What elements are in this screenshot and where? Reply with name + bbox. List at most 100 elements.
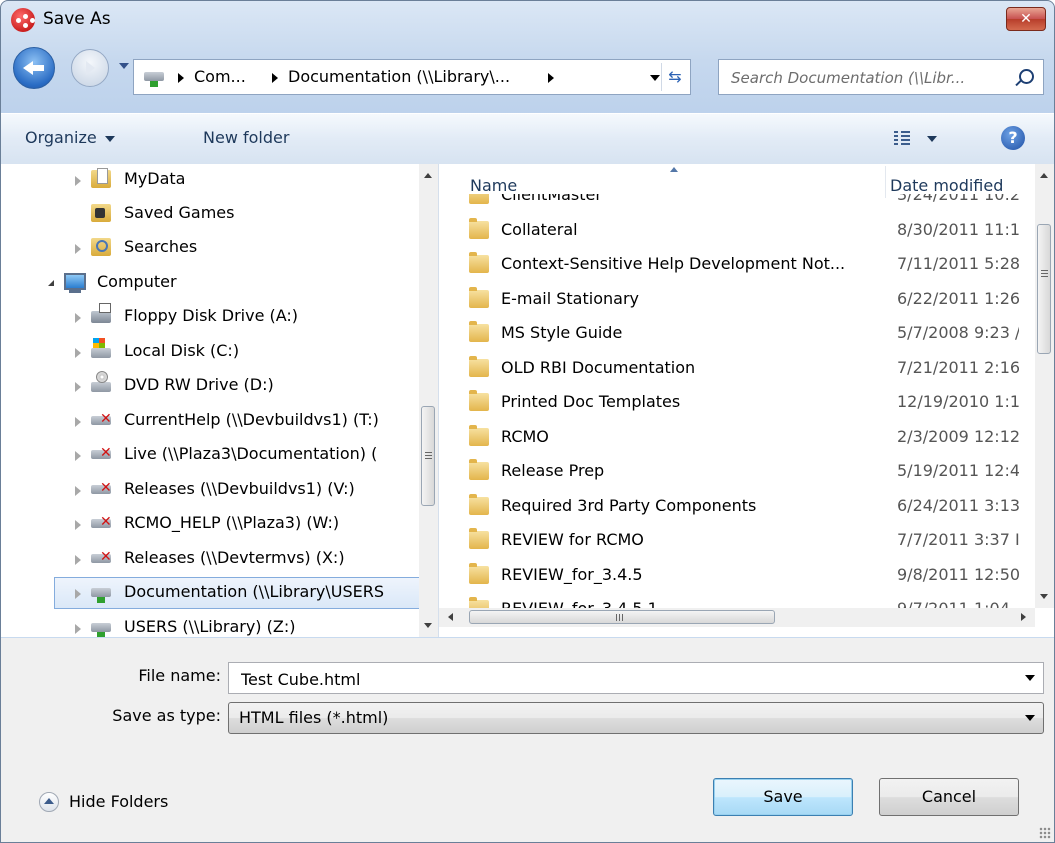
tree-item[interactable]: MyData	[1, 164, 419, 196]
refresh-button[interactable]: ⇆	[661, 63, 688, 91]
scroll-thumb[interactable]	[421, 406, 435, 506]
file-name-input[interactable]	[239, 666, 1003, 692]
scroll-up-icon[interactable]	[1040, 173, 1048, 178]
close-button[interactable]: ✕	[1006, 7, 1046, 31]
expand-arrow-icon[interactable]	[75, 417, 81, 427]
save-button[interactable]: Save	[713, 778, 853, 816]
file-row[interactable]: Collateral 8/30/2011 11:1	[439, 213, 1035, 247]
folder-icon	[469, 252, 489, 273]
tree-item[interactable]: Computer	[1, 267, 419, 299]
file-date-modified: 7/21/2011 2:16	[897, 357, 1019, 377]
file-row[interactable]: Required 3rd Party Components 6/24/2011 3…	[439, 489, 1035, 523]
file-row[interactable]: Context-Sensitive Help Development Not..…	[439, 247, 1035, 281]
chevron-down-icon[interactable]	[1025, 675, 1035, 681]
file-list-horizontal-scrollbar[interactable]	[439, 608, 1035, 627]
tree-item-label: Live (\\Plaza3\Documentation) (	[124, 444, 378, 463]
command-bar: Organize New folder ?	[1, 113, 1054, 165]
sort-ascending-icon	[670, 167, 678, 172]
tree-item[interactable]: Searches	[1, 232, 419, 264]
dialog-title: Save As	[43, 9, 111, 29]
expand-arrow-icon[interactable]	[75, 486, 81, 496]
tree-item[interactable]: Saved Games	[1, 198, 419, 230]
file-name: REVIEW_for_3.4.5.1	[501, 599, 877, 608]
search-box[interactable]	[718, 59, 1044, 95]
collapse-arrow-icon[interactable]	[48, 280, 54, 286]
expand-arrow-icon[interactable]	[75, 555, 81, 565]
tree-item-label: Floppy Disk Drive (A:)	[124, 306, 299, 325]
file-row[interactable]: REVIEW_for_3.4.5.1 9/7/2011 1:04	[439, 592, 1035, 608]
file-row[interactable]: REVIEW_for_3.4.5 9/8/2011 12:50	[439, 558, 1035, 592]
expand-arrow-icon[interactable]	[75, 451, 81, 461]
navigation-scrollbar[interactable]	[419, 164, 438, 637]
change-view-icon[interactable]	[894, 131, 910, 145]
file-list-vertical-scrollbar[interactable]	[1035, 164, 1054, 608]
help-icon[interactable]: ?	[1001, 126, 1025, 150]
folder-icon	[469, 493, 489, 515]
breadcrumb-arrow-icon[interactable]	[548, 73, 554, 83]
tree-item-label: Documentation (\\Library\USERS	[124, 582, 385, 601]
new-folder-button[interactable]: New folder	[203, 128, 289, 147]
back-button[interactable]	[13, 47, 55, 89]
file-row[interactable]: ClientMaster 3/24/2011 10:2	[439, 194, 1035, 212]
tree-item-label: Searches	[124, 237, 198, 256]
tree-item[interactable]: Floppy Disk Drive (A:)	[1, 301, 419, 333]
breadcrumb-documentation[interactable]: Documentation (\\Library\...	[288, 67, 510, 86]
file-row[interactable]: REVIEW for RCMO 7/7/2011 3:37 I	[439, 523, 1035, 557]
scroll-up-icon[interactable]	[424, 173, 432, 178]
save-as-type-select[interactable]: HTML files (*.html)	[228, 702, 1044, 734]
tree-item[interactable]: DVD RW Drive (D:)	[1, 370, 419, 402]
file-row[interactable]: OLD RBI Documentation 7/21/2011 2:16	[439, 351, 1035, 385]
tree-item[interactable]: Local Disk (C:)	[1, 336, 419, 368]
scroll-right-icon[interactable]	[1021, 613, 1026, 621]
tree-item[interactable]: Releases (\\Devtermvs) (X:)	[1, 543, 419, 575]
breadcrumb-arrow-icon[interactable]	[178, 73, 184, 83]
scroll-down-icon[interactable]	[1040, 594, 1048, 599]
scroll-thumb[interactable]	[1037, 224, 1051, 354]
tree-item[interactable]: Releases (\\Devbuildvs1) (V:)	[1, 474, 419, 506]
file-name-combobox[interactable]	[228, 662, 1044, 694]
tree-item[interactable]: USERS (\\Library) (Z:)	[1, 612, 419, 637]
expand-arrow-icon[interactable]	[75, 244, 81, 254]
file-date-modified: 5/7/2008 9:23 /	[897, 323, 1019, 342]
folder-icon	[469, 321, 489, 342]
forward-button[interactable]	[71, 49, 109, 87]
tree-item[interactable]: Documentation (\\Library\USERS	[1, 577, 419, 609]
folder-icon	[469, 562, 489, 584]
folder-icon	[469, 286, 489, 308]
expand-arrow-icon[interactable]	[75, 520, 81, 530]
column-name-header[interactable]: Name	[470, 176, 517, 195]
file-row[interactable]: RCMO 2/3/2009 12:12	[439, 420, 1035, 454]
search-input[interactable]	[729, 65, 1003, 91]
address-dropdown-icon[interactable]	[650, 75, 660, 81]
file-row[interactable]: Release Prep 5/19/2011 12:4	[439, 454, 1035, 488]
column-date-header[interactable]: Date modified	[890, 176, 1003, 195]
file-row[interactable]: MS Style Guide 5/7/2008 9:23 /	[439, 316, 1035, 350]
organize-button[interactable]: Organize	[25, 128, 115, 147]
resize-grip-icon[interactable]	[1039, 827, 1051, 839]
expand-arrow-icon[interactable]	[75, 624, 81, 634]
view-options-chevron-icon[interactable]	[927, 136, 937, 142]
tree-item[interactable]: RCMO_HELP (\\Plaza3) (W:)	[1, 508, 419, 540]
expand-arrow-icon[interactable]	[75, 382, 81, 392]
tree-item[interactable]: Live (\\Plaza3\Documentation) (	[1, 439, 419, 471]
file-date-modified: 12/19/2010 1:1	[897, 392, 1019, 411]
tree-item[interactable]: CurrentHelp (\\Devbuildvs1) (T:)	[1, 405, 419, 437]
expand-arrow-icon[interactable]	[75, 589, 81, 599]
recent-pages-dropdown[interactable]	[119, 63, 129, 69]
folder-icon	[469, 459, 489, 480]
file-row[interactable]: E-mail Stationary 6/22/2011 1:26	[439, 282, 1035, 316]
chevron-down-icon	[1025, 715, 1035, 721]
expand-arrow-icon[interactable]	[75, 348, 81, 358]
expand-arrow-icon[interactable]	[75, 313, 81, 323]
cancel-button[interactable]: Cancel	[879, 778, 1019, 816]
expand-arrow-icon[interactable]	[75, 176, 81, 186]
file-date-modified: 7/11/2011 5:28	[897, 254, 1019, 273]
scroll-down-icon[interactable]	[424, 623, 432, 628]
breadcrumb-computer[interactable]: Com...	[194, 67, 246, 86]
scroll-left-icon[interactable]	[448, 613, 453, 621]
address-bar[interactable]: Com... Documentation (\\Library\... ⇆	[133, 59, 691, 95]
search-icon[interactable]	[1019, 69, 1034, 84]
scroll-thumb[interactable]	[469, 610, 775, 624]
file-row[interactable]: Printed Doc Templates 12/19/2010 1:1	[439, 385, 1035, 419]
breadcrumb-arrow-icon[interactable]	[272, 73, 278, 83]
